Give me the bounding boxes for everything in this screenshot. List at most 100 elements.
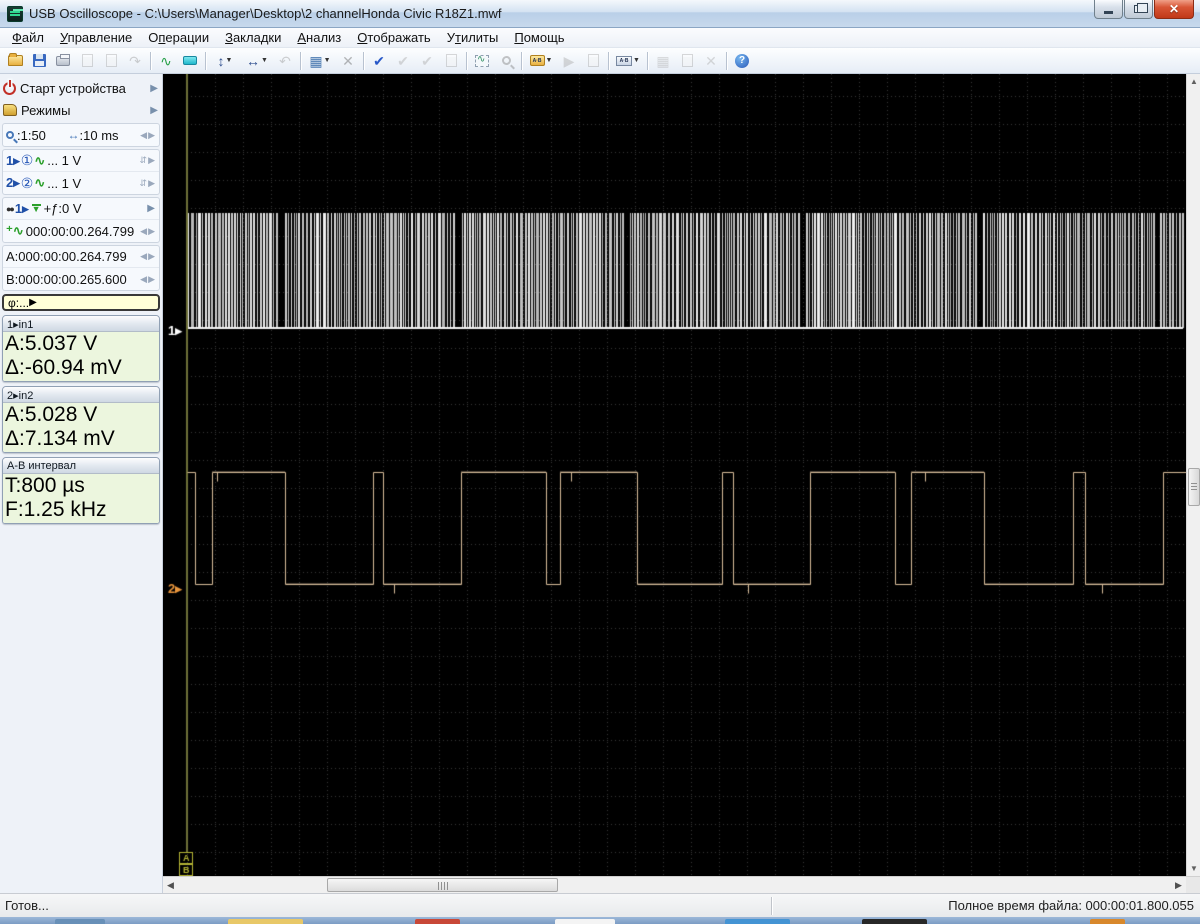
undo-zoom-icon: ↶ <box>279 52 291 69</box>
panel-in1-title: 1▸in1 <box>3 316 159 332</box>
zoom-vertical-button[interactable]: ↕ ▼ <box>209 50 241 72</box>
phase-row[interactable]: φ:... ▶ <box>2 294 160 311</box>
taskbar-red-app-window[interactable] <box>415 919 460 924</box>
menu-анализ[interactable]: Анализ <box>289 28 349 47</box>
restore-icon <box>1134 3 1148 13</box>
fragment-tag-button[interactable] <box>178 50 202 72</box>
menu-помощь[interactable]: Помощь <box>506 28 572 47</box>
signal-marker-button[interactable]: ∿ <box>154 50 178 72</box>
help-button[interactable]: ? <box>730 50 754 72</box>
in1-delta-value: Δ:-60.94 mV <box>5 356 122 379</box>
view-mode-button[interactable]: ▦ ▼ <box>304 50 336 72</box>
step-arrows-icon[interactable]: ⇵▶ <box>140 178 156 189</box>
expand-arrow-icon[interactable]: ▶ <box>150 83 159 94</box>
measure-panel-ab-interval: A-B интервал T:800 µs F:1.25 kHz <box>2 457 160 524</box>
sidebar-item-marker-b[interactable]: B:000:00:00.265.600 ◀▶ <box>3 268 159 290</box>
sidebar-item-channel1[interactable]: 1▸ ① ∿ ... 1 V ⇵▶ <box>3 150 159 172</box>
taskbar-explorer-window[interactable] <box>228 919 303 924</box>
vertical-scrollbar[interactable]: ▲ ▼ <box>1186 74 1200 876</box>
signal-marker-icon: ∿ <box>160 52 172 69</box>
save-file-icon <box>32 54 46 67</box>
vertical-scroll-thumb[interactable] <box>1188 468 1200 506</box>
dropdown-arrow-icon[interactable]: ▼ <box>226 57 233 64</box>
windows-taskbar[interactable] <box>0 917 1200 924</box>
close-button[interactable]: ✕ <box>1154 0 1194 19</box>
scroll-up-icon[interactable]: ▲ <box>1187 74 1200 89</box>
menu-закладки[interactable]: Закладки <box>217 28 289 47</box>
trigger-level-value: +ƒ:0 V <box>43 201 82 216</box>
step-arrows-icon[interactable]: ◀▶ <box>140 274 156 285</box>
measure-panel-in1: 1▸in1 A:5.037 V Δ:-60.94 mV <box>2 315 160 382</box>
expand-arrow-icon[interactable]: ▶ <box>147 203 156 214</box>
step-arrows-icon[interactable]: ◀▶ <box>140 130 156 141</box>
sidebar-item-trigger[interactable]: ●● 1▸ ▼ +ƒ:0 V ▶ <box>3 198 159 220</box>
trigger-channel: 1▸ <box>14 200 29 216</box>
open-abc-file-button[interactable]: A·B ▼ <box>525 50 557 72</box>
print-button[interactable] <box>51 50 75 72</box>
sidebar-item-sync-time[interactable]: ⁺∿ 000:00:00.264.799 ◀▶ <box>3 220 159 242</box>
expand-arrow-icon[interactable]: ▶ <box>150 105 159 116</box>
zoom-horizontal-button[interactable]: ↔ ▼ <box>241 50 273 72</box>
sidebar-item-modes[interactable]: Режимы ▶ <box>0 99 162 121</box>
accept-all-button[interactable]: ✔ <box>367 50 391 72</box>
doc-secondary-icon <box>681 54 693 67</box>
step-arrows-icon[interactable]: ◀▶ <box>140 226 156 237</box>
timebase-icon: ↔ <box>67 128 80 142</box>
save-file-button[interactable] <box>27 50 51 72</box>
horizontal-scroll-thumb[interactable] <box>327 878 558 892</box>
modes-label: Режимы <box>21 102 71 118</box>
dropdown-arrow-icon[interactable]: ▼ <box>633 57 640 64</box>
zoom-icon <box>6 131 14 139</box>
title-bar: USB Oscilloscope - C:\Users\Manager\Desk… <box>0 0 1200 28</box>
chart-secondary-button: ▦ <box>651 50 675 72</box>
scroll-down-icon[interactable]: ▼ <box>1187 861 1200 876</box>
print-icon <box>56 53 70 66</box>
copy-fragment-button <box>75 50 99 72</box>
step-arrows-icon[interactable]: ⇵▶ <box>140 155 156 166</box>
scroll-right-icon[interactable]: ▶ <box>1171 877 1186 893</box>
menu-управление[interactable]: Управление <box>52 28 140 47</box>
open-file-button[interactable] <box>3 50 27 72</box>
menu-утилиты[interactable]: Утилиты <box>439 28 507 47</box>
report-icon <box>445 54 457 67</box>
taskbar-orange-app-window[interactable] <box>1090 919 1125 924</box>
menu-операции[interactable]: Операции <box>140 28 217 47</box>
dropdown-arrow-icon[interactable]: ▼ <box>261 57 268 64</box>
sidebar-item-channel2[interactable]: 2▸ ② ∿ ... 1 V ⇵▶ <box>3 172 159 194</box>
menu-отображать[interactable]: Отображать <box>349 28 438 47</box>
restore-button[interactable] <box>1124 0 1153 19</box>
sidebar-item-marker-a[interactable]: A:000:00:00.264.799 ◀▶ <box>3 246 159 268</box>
accept-all-icon: ✔ <box>373 52 385 69</box>
scroll-left-icon[interactable]: ◀ <box>163 877 178 893</box>
channel2-range-value: ... 1 V <box>47 175 82 191</box>
sidebar-item-start-device[interactable]: Старт устройства ▶ <box>0 77 162 99</box>
step-arrows-icon[interactable]: ◀▶ <box>140 251 156 262</box>
toolbar: ↷∿↕▼↔▼↶▦▼✕✔✔✔A·B▼▶A·B▼▦✕? <box>0 48 1200 74</box>
toolbar-separator <box>647 51 648 70</box>
script-chart-button[interactable] <box>470 50 494 72</box>
delete-secondary-icon: ✕ <box>705 52 717 69</box>
close-icon: ✕ <box>1168 2 1180 16</box>
taskbar-blue-app-window[interactable] <box>725 919 790 924</box>
panel-ab-title: A-B интервал <box>3 458 159 474</box>
open-abc-file-icon: A·B <box>529 55 545 66</box>
sync-wave-icon: ⁺∿ <box>6 223 24 238</box>
taskbar-white-app-window[interactable] <box>555 919 615 924</box>
menu-файл[interactable]: Файл <box>4 28 52 47</box>
fragment-tag-icon <box>183 56 197 65</box>
sidebar-item-scale[interactable]: :1:50 ↔ :10 ms ◀▶ <box>3 124 159 146</box>
taskbar-black-app-window[interactable] <box>862 919 927 924</box>
undo-zoom-button: ↶ <box>273 50 297 72</box>
phase-arrow-icon[interactable]: ▶ <box>29 297 37 308</box>
channel1-range-value: ... 1 V <box>47 153 82 168</box>
dropdown-arrow-icon[interactable]: ▼ <box>546 57 553 64</box>
minimize-button[interactable] <box>1094 0 1123 19</box>
taskbar-start-orb[interactable] <box>55 919 105 924</box>
scope-area[interactable] <box>163 74 1186 876</box>
waveform-canvas[interactable] <box>163 74 1186 876</box>
dropdown-arrow-icon[interactable]: ▼ <box>324 57 331 64</box>
abc-panel-button[interactable]: A·B ▼ <box>612 50 644 72</box>
in2-amplitude-value: A:5.028 V <box>5 403 98 426</box>
toolbar-separator <box>521 51 522 70</box>
horizontal-scrollbar[interactable]: ◀ ▶ <box>163 876 1200 893</box>
